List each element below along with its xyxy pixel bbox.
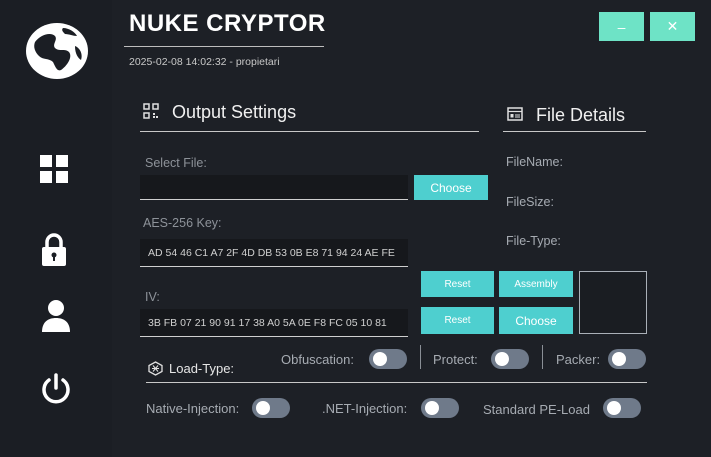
standard-pe-load-label: Standard PE-Load [483,402,590,417]
sidebar-item-security[interactable] [36,230,72,270]
sidebar-item-user[interactable] [36,298,76,334]
aes-key-label: AES-256 Key: [143,216,222,230]
minimize-button[interactable]: – [599,12,644,41]
option-separator [542,345,543,369]
iv-label: IV: [145,290,160,304]
filesize-label: FileSize: [506,195,554,209]
net-injection-toggle[interactable] [421,398,459,418]
icon-preview-box [579,271,647,334]
native-injection-label: Native-Injection: [146,401,240,416]
standard-pe-load-toggle[interactable] [603,398,641,418]
file-details-divider [503,131,646,132]
sidebar [0,0,112,457]
title-divider [124,46,324,47]
reset-icon-button[interactable]: Reset [421,307,494,334]
native-injection-toggle[interactable] [252,398,290,418]
packer-label: Packer: [556,352,601,367]
protect-label: Protect: [433,352,478,367]
sidebar-item-power[interactable] [38,371,74,407]
app-subtitle: 2025-02-08 14:02:32 - propietari [129,56,280,68]
filetype-label: File-Type: [506,234,561,248]
protect-toggle[interactable] [491,349,529,369]
packer-toggle[interactable] [608,349,646,369]
obfuscation-toggle[interactable] [369,349,407,369]
lock-icon [42,233,66,266]
iv-field[interactable]: 3B FB 07 21 90 91 17 38 A0 5A 0E F8 FC 0… [140,309,408,337]
net-injection-label: .NET-Injection: [322,401,408,416]
user-icon [42,300,70,332]
sidebar-item-dashboard[interactable] [36,152,72,186]
filename-label: FileName: [506,155,563,169]
close-button[interactable]: ✕ [650,12,695,41]
minimize-icon: – [617,18,626,35]
file-details-title: File Details [536,105,626,125]
grid-icon [40,155,68,183]
aes-key-field[interactable]: AD 54 46 C1 A7 2F 4D DB 53 0B E8 71 94 2… [140,239,408,267]
reset-button[interactable]: Reset [421,271,494,297]
qr-icon [143,103,159,119]
choose-file-button[interactable]: Choose [414,175,488,200]
globe-logo-icon [25,22,89,80]
option-separator [420,345,421,369]
output-settings-title: Output Settings [172,102,297,122]
file-details-icon [507,107,523,121]
power-icon [42,373,70,404]
obfuscation-label: Obfuscation: [281,352,354,367]
close-icon: ✕ [666,18,679,34]
app-title: NUKE CRYPTOR [129,10,326,37]
select-file-input[interactable] [140,175,408,200]
select-file-label: Select File: [145,156,207,170]
load-type-icon [148,361,163,376]
load-type-title: Load-Type: [169,361,235,376]
choose-icon-button[interactable]: Choose [499,307,573,334]
load-type-divider [146,382,647,383]
assembly-button[interactable]: Assembly [499,271,573,297]
output-settings-divider [140,131,479,132]
